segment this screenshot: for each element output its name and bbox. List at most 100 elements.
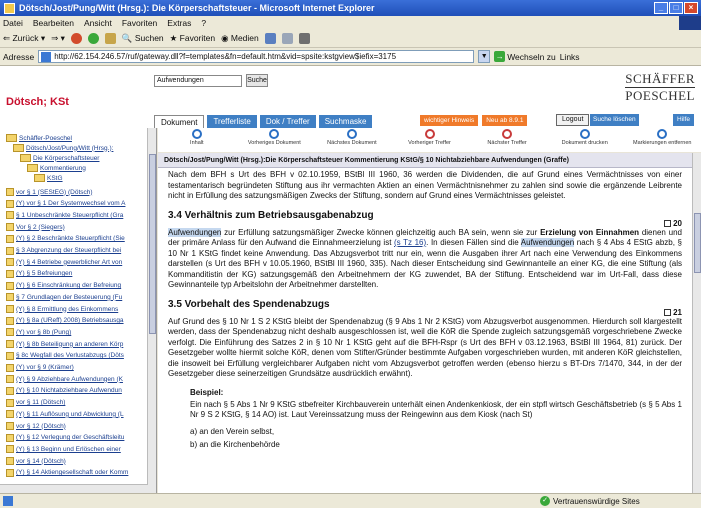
doc-toolbar-label: Inhalt bbox=[190, 140, 204, 146]
checkbox-icon[interactable] bbox=[664, 219, 672, 227]
address-input[interactable]: http://62.154.246.57/ruf/gateway.dll?f=t… bbox=[38, 50, 475, 63]
tree-item[interactable]: (Y) § 14 Aktiengesellschaft oder Komm bbox=[6, 468, 129, 477]
maximize-button[interactable]: □ bbox=[669, 2, 683, 14]
search-toolbar-button[interactable]: 🔍 Suchen bbox=[122, 33, 164, 44]
tree-item[interactable]: (Y) vor § 8b (Pung) bbox=[6, 328, 71, 337]
menu-ansicht[interactable]: Ansicht bbox=[84, 18, 112, 28]
doc-toolbar-label: Dokument drucken bbox=[561, 140, 608, 146]
content-scroll-thumb[interactable] bbox=[694, 213, 701, 273]
menu-help[interactable]: ? bbox=[201, 18, 206, 28]
menu-datei[interactable]: Datei bbox=[3, 18, 23, 28]
search-button[interactable]: Suche bbox=[246, 74, 268, 87]
document-toolbar: Inhalt Vorheriges Dokument Nächstes Dokume… bbox=[158, 128, 701, 152]
doc-toolbar-button[interactable]: Nächstes Dokument bbox=[313, 128, 391, 152]
tab-trefferliste[interactable]: Trefferliste bbox=[207, 115, 257, 128]
menu-bearbeiten[interactable]: Bearbeiten bbox=[33, 18, 74, 28]
stop-icon[interactable] bbox=[70, 33, 82, 44]
tree-item[interactable]: (Y) § 13 Beginn und Erlöschen einer bbox=[6, 445, 121, 454]
mail-icon[interactable] bbox=[281, 33, 293, 44]
tree-item-label: Dötsch/Jost/Pung/Witt (Hrsg.): bbox=[26, 144, 114, 152]
tab-dok-treffer[interactable]: Dok / Treffer bbox=[259, 115, 316, 128]
address-dropdown-icon[interactable]: ▼ bbox=[478, 50, 491, 63]
tree-item[interactable]: KStG bbox=[34, 174, 63, 182]
sidebar-scrollbar[interactable] bbox=[147, 128, 156, 493]
tree-item[interactable]: § 3 Abgrenzung der Steuerpflicht bei bbox=[6, 246, 121, 255]
document-icon bbox=[6, 422, 14, 430]
page-icon bbox=[41, 51, 52, 62]
tree-item[interactable]: Schäffer-Poeschel bbox=[6, 134, 72, 142]
close-button[interactable]: × bbox=[684, 2, 698, 14]
doc-toolbar-button[interactable]: Inhalt bbox=[158, 128, 236, 152]
tree-item[interactable]: (Y) § 10 Nichtabziehbare Aufwendun bbox=[6, 386, 122, 395]
tree-item[interactable]: vor § 11 (Dötsch) bbox=[6, 398, 65, 407]
tree-item[interactable]: § 8c Wegfall des Verlustabzugs (Döts bbox=[6, 351, 124, 360]
back-button[interactable]: ⇐ Zurück ▾ bbox=[3, 33, 45, 44]
links-button[interactable]: Links bbox=[560, 52, 580, 62]
print-toolbar-icon[interactable] bbox=[298, 33, 310, 44]
security-zone: ✓ Vertrauenswürdige Sites bbox=[540, 496, 640, 506]
search-input[interactable]: Aufwendungen bbox=[154, 75, 242, 87]
history-icon[interactable] bbox=[264, 33, 276, 44]
doc-toolbar-button[interactable]: Markierungen entfernen bbox=[623, 128, 701, 152]
doc-toolbar-button[interactable]: Vorheriger Treffer bbox=[391, 128, 469, 152]
doc-toolbar-button[interactable]: Nächster Treffer bbox=[468, 128, 546, 152]
tree-item[interactable]: (Y) § 8 Ermittlung des Einkommens bbox=[6, 305, 118, 313]
document-icon bbox=[6, 457, 14, 466]
favorites-toolbar-button[interactable]: ★ Favoriten bbox=[170, 33, 215, 44]
go-button[interactable]: → Wechseln zu bbox=[494, 51, 556, 62]
tree-item[interactable]: (Y) § 9 Abziehbare Aufwendungen (K bbox=[6, 375, 123, 384]
tree-item[interactable]: § 1 Unbeschränkte Steuerpflicht (Gra bbox=[6, 211, 123, 220]
tree-item[interactable]: (Y) § 12 Verlegung der Geschäftsleitu bbox=[6, 433, 125, 442]
new-badge[interactable]: Neu ab 8.9.1 bbox=[482, 115, 528, 126]
print-icon bbox=[579, 129, 590, 139]
brand-title: Dötsch; KSt bbox=[6, 96, 69, 108]
tree-item[interactable]: (Y) § 11 Auflösung und Abwicklung (L bbox=[6, 410, 124, 419]
tree-item[interactable]: (Y) vor § 9 (Krämer) bbox=[6, 363, 74, 372]
tree-item[interactable]: (Y) § 4 Betriebe gewerblicher Art von bbox=[6, 258, 122, 267]
back-icon bbox=[191, 129, 202, 139]
document-icon bbox=[6, 433, 14, 442]
tree-item[interactable]: § 7 Grundlagen der Besteuerung (Fu bbox=[6, 293, 122, 302]
document-icon bbox=[6, 246, 14, 255]
tree-item[interactable]: (Y) § 6 Einschränkung der Befreiung bbox=[6, 281, 121, 290]
menu-extras[interactable]: Extras bbox=[167, 18, 191, 28]
checkbox-icon[interactable] bbox=[664, 308, 672, 316]
tree-item[interactable]: (Y) vor § 1 Der Systemwechsel vom A bbox=[6, 199, 125, 208]
home-icon[interactable] bbox=[104, 33, 116, 44]
go-arrow-icon: → bbox=[494, 51, 506, 62]
tree-item[interactable]: vor § 12 (Dötsch) bbox=[6, 422, 66, 430]
important-notice-badge[interactable]: wichtiger Hinweis bbox=[420, 115, 479, 126]
tree-item[interactable]: Dötsch/Jost/Pung/Witt (Hrsg.): bbox=[13, 144, 113, 152]
window-titlebar: Dötsch/Jost/Pung/Witt (Hrsg.): Die Körpe… bbox=[0, 0, 701, 16]
tree-item[interactable]: (Y) § 5 Befreiungen bbox=[6, 269, 72, 278]
tab-dokument[interactable]: Dokument bbox=[154, 115, 205, 128]
tree-item[interactable]: Die Körperschaftsteuer bbox=[20, 154, 99, 162]
media-toolbar-button[interactable]: ◉ Medien bbox=[221, 33, 259, 44]
windows-logo-icon bbox=[679, 16, 701, 30]
tree-item[interactable]: Vor § 2 (Siegers) bbox=[6, 223, 65, 232]
minimize-button[interactable]: _ bbox=[654, 2, 668, 14]
clear-search-button[interactable]: Suche löschen bbox=[590, 114, 639, 126]
tree-item[interactable]: vor § 1 (SEStEG) (Dötsch) bbox=[6, 188, 93, 196]
tree-item[interactable]: Kommentierung bbox=[27, 164, 86, 172]
tree-item-label: (Y) § 14 Aktiengesellschaft oder Komm bbox=[16, 469, 129, 477]
sidebar-scroll-thumb[interactable] bbox=[149, 154, 156, 334]
clear-icon bbox=[657, 129, 668, 139]
tree-item[interactable]: (Y) § 2 Beschränkte Steuerpflicht (Sie bbox=[6, 234, 125, 243]
doc-toolbar-button[interactable]: Vorheriges Dokument bbox=[236, 128, 314, 152]
cross-reference-link[interactable]: (s Tz 16) bbox=[394, 238, 426, 247]
refresh-icon[interactable] bbox=[87, 33, 99, 44]
tree-item[interactable]: vor § 14 (Dötsch) bbox=[6, 457, 66, 466]
down-icon bbox=[346, 129, 357, 139]
forward-button[interactable]: ⇒ ▾ bbox=[51, 33, 65, 44]
tab-suchmaske[interactable]: Suchmaske bbox=[318, 115, 373, 128]
doc-toolbar-button[interactable]: Dokument drucken bbox=[546, 128, 624, 152]
tree-item-label: (Y) § 12 Verlegung der Geschäftsleitu bbox=[16, 434, 125, 442]
content-scrollbar[interactable] bbox=[692, 153, 701, 493]
tree-item[interactable]: (Y) § 8a (UReff) 2008) Betriebsausga bbox=[6, 316, 124, 325]
logout-button[interactable]: Logout bbox=[556, 114, 590, 126]
sidebar-horizontal-scrollbar[interactable] bbox=[0, 484, 148, 493]
help-button[interactable]: Hilfe bbox=[673, 114, 695, 126]
tree-item[interactable]: (Y) § 8b Beteiligung an anderen Körp bbox=[6, 340, 123, 349]
menu-favoriten[interactable]: Favoriten bbox=[122, 18, 157, 28]
